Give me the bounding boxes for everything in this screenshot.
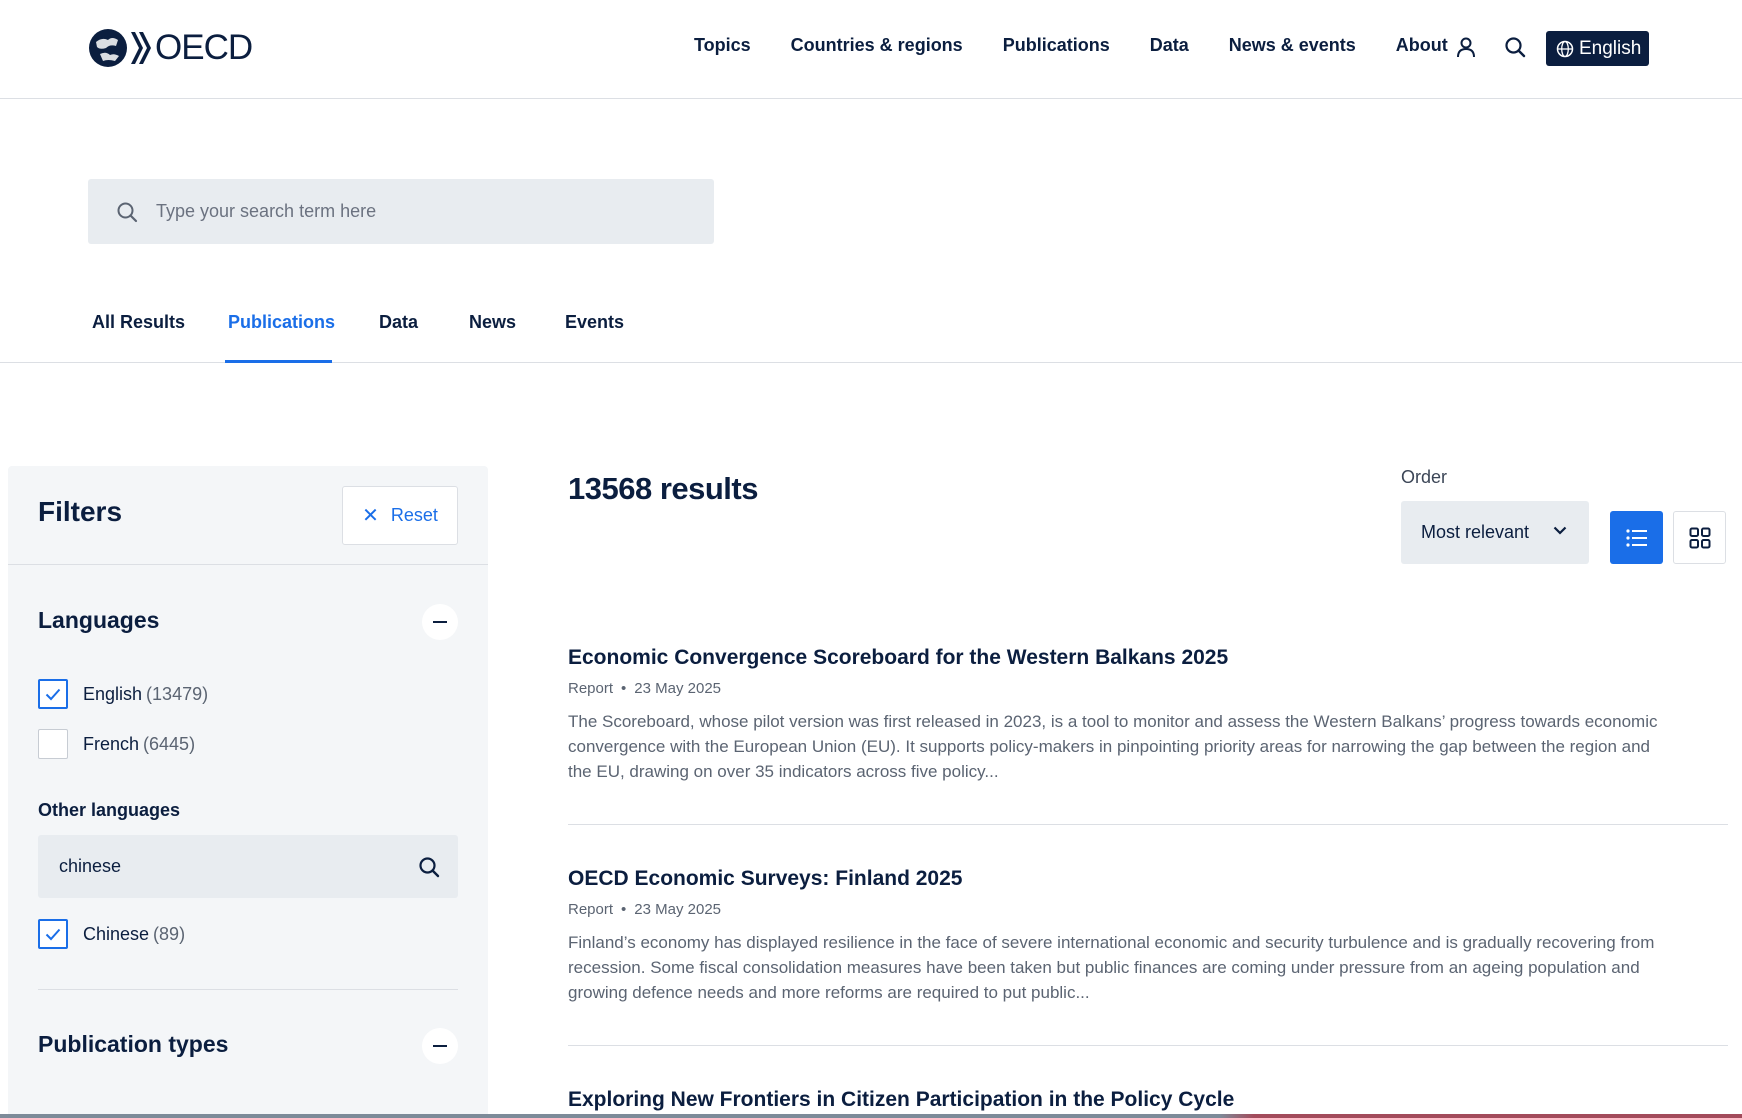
oecd-chevrons-icon [131, 32, 151, 64]
grid-view-icon [1689, 527, 1710, 548]
reset-button[interactable]: ✕ Reset [342, 486, 458, 545]
result-date: 23 May 2025 [634, 901, 722, 918]
tab-news[interactable]: News [469, 312, 516, 333]
minus-icon [433, 1044, 447, 1048]
result-date: 23 May 2025 [634, 680, 722, 697]
meta-separator: • [621, 901, 627, 918]
list-view-icon [1625, 528, 1647, 547]
logo-text: OECD [155, 28, 253, 67]
search-icon[interactable] [1504, 36, 1526, 58]
result-description: The Scoreboard, whose pilot version was … [568, 712, 1658, 781]
nav-countries-regions[interactable]: Countries & regions [791, 35, 963, 56]
nav-about[interactable]: About [1396, 35, 1448, 56]
filters-title: Filters [38, 496, 123, 527]
publication-types-collapse-button[interactable] [422, 1028, 458, 1064]
tab-data[interactable]: Data [379, 312, 418, 333]
french-checkbox[interactable] [38, 729, 68, 759]
active-tab-indicator [225, 360, 332, 363]
result-meta: Report • 23 May 2025 [568, 680, 1728, 697]
window-bottom-edge [0, 1114, 1742, 1118]
result-description: Finland’s economy has displayed resilien… [568, 933, 1655, 1002]
results-tabs: All Results Publications Data News Event… [0, 308, 1742, 363]
chevron-down-icon [1553, 526, 1567, 535]
english-checkbox[interactable] [38, 679, 68, 709]
reset-label: Reset [390, 505, 438, 525]
search-icon[interactable] [418, 856, 440, 878]
order-value: Most relevant [1421, 522, 1530, 542]
result-divider [568, 1045, 1728, 1046]
site-header: OECD Topics Countries & regions Publicat… [0, 0, 1742, 99]
result-type: Report [568, 901, 614, 918]
result-title[interactable]: Exploring New Frontiers in Citizen Parti… [568, 1088, 1728, 1112]
grid-view-button[interactable] [1673, 511, 1726, 564]
other-languages-search [38, 835, 458, 898]
oecd-logo[interactable]: OECD [88, 28, 253, 68]
result-divider [568, 824, 1728, 825]
chinese-checkbox[interactable] [38, 919, 68, 949]
oecd-logo-icon [89, 29, 127, 67]
language-option-french[interactable]: French (6445) [38, 729, 195, 759]
english-count: (13479) [146, 683, 209, 704]
language-label: English [1579, 37, 1642, 59]
meta-separator: • [621, 680, 627, 697]
tab-all-results[interactable]: All Results [92, 312, 185, 333]
other-languages-input[interactable] [59, 856, 399, 877]
nav-news-events[interactable]: News & events [1229, 35, 1356, 56]
main-nav: Topics Countries & regions Publications … [694, 35, 1488, 56]
language-option-chinese[interactable]: Chinese (89) [38, 919, 185, 949]
minus-icon [433, 620, 447, 624]
chinese-label: Chinese [83, 923, 150, 944]
close-icon: ✕ [362, 505, 379, 527]
check-icon [45, 688, 61, 700]
languages-title: Languages [38, 607, 160, 633]
other-languages-title: Other languages [38, 800, 181, 820]
order-select[interactable]: Most relevant [1401, 501, 1589, 564]
result-item: Economic Convergence Scoreboard for the … [568, 646, 1728, 784]
globe-icon [1556, 40, 1574, 57]
result-item: Exploring New Frontiers in Citizen Parti… [568, 1088, 1728, 1114]
french-count: (6445) [143, 733, 196, 754]
list-view-button[interactable] [1610, 511, 1663, 564]
nav-data[interactable]: Data [1150, 35, 1189, 56]
tab-publications[interactable]: Publications [228, 312, 335, 333]
languages-collapse-button[interactable] [422, 604, 458, 640]
filters-panel: Filters ✕ Reset Languages English (13479)… [8, 466, 488, 1118]
search-icon [117, 202, 138, 222]
filters-divider [38, 989, 458, 990]
english-label: English [83, 683, 143, 704]
chinese-count: (89) [153, 923, 186, 944]
result-item: OECD Economic Surveys: Finland 2025 Repo… [568, 867, 1728, 1005]
tab-events[interactable]: Events [565, 312, 624, 333]
language-option-english[interactable]: English (13479) [38, 679, 208, 709]
search-input[interactable] [156, 201, 636, 222]
nav-publications[interactable]: Publications [1003, 35, 1110, 56]
search-bar [88, 179, 714, 244]
result-meta: Report • 23 May 2025 [568, 901, 1728, 918]
user-icon[interactable] [1455, 36, 1477, 58]
nav-topics[interactable]: Topics [694, 35, 751, 56]
result-title[interactable]: OECD Economic Surveys: Finland 2025 [568, 867, 1728, 891]
results-count: 13568 results [568, 471, 758, 506]
filters-header: Filters ✕ Reset [8, 466, 488, 565]
publication-types-title: Publication types [38, 1031, 229, 1057]
language-button[interactable]: English [1546, 31, 1649, 66]
result-type: Report [568, 680, 614, 697]
order-label: Order [1401, 467, 1448, 487]
check-icon [45, 928, 61, 940]
result-title[interactable]: Economic Convergence Scoreboard for the … [568, 646, 1728, 670]
french-label: French [83, 733, 140, 754]
